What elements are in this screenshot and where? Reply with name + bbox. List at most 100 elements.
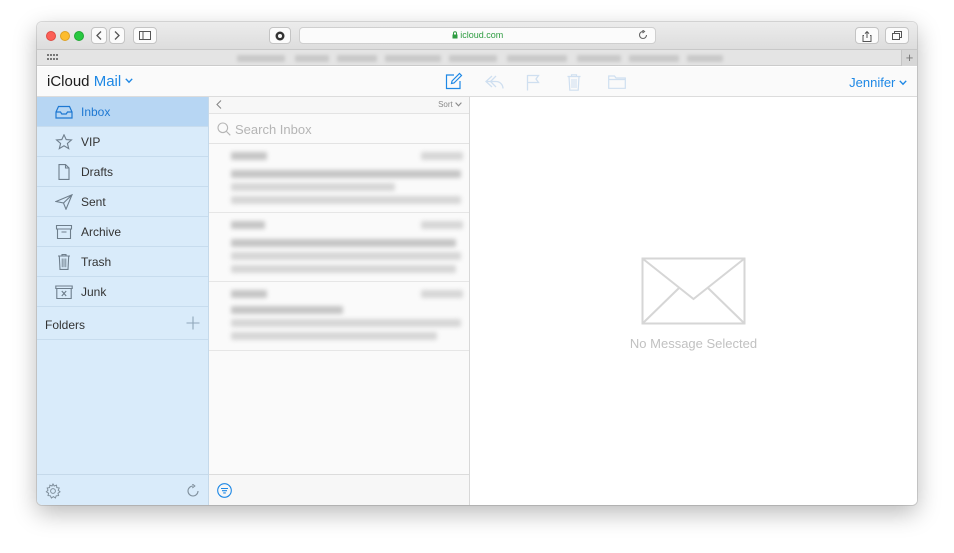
sidebar-item-vip[interactable]: VIP [37,127,208,157]
sender-name [231,152,267,160]
search-input[interactable] [235,120,455,138]
message-date [421,290,463,298]
folder-icon[interactable] [608,75,626,89]
sidebar-footer [37,474,208,505]
gear-icon[interactable] [45,483,61,499]
search-bar [209,114,469,144]
bookmark-item[interactable] [385,55,441,62]
tabs-overview-icon [892,31,902,40]
sidebar-item-label: Drafts [81,165,114,179]
bookmark-item[interactable] [687,55,723,62]
search-icon [217,122,231,136]
back-button[interactable] [91,27,107,44]
bookmark-item[interactable] [295,55,329,62]
filter-icon[interactable] [217,483,232,498]
mailbox-sidebar: Inbox VIP Drafts Sent Archive Trash Junk… [37,97,209,505]
new-tab-button[interactable]: + [901,50,917,66]
zoom-window-button[interactable] [74,31,84,41]
url-text: icloud.com [460,30,504,40]
envelope-icon [641,257,746,325]
message-preview [231,252,461,260]
user-name: Jennifer [849,75,896,90]
show-tabs-button[interactable] [885,27,909,44]
trash-icon[interactable] [567,74,581,91]
add-folder-icon[interactable] [186,316,200,330]
forward-button[interactable] [109,27,125,44]
sort-menu[interactable]: Sort [438,100,462,109]
message-row[interactable] [209,282,469,351]
sort-label: Sort [438,100,453,109]
message-preview [231,319,461,327]
share-button[interactable] [855,27,879,44]
empty-state-text: No Message Selected [629,336,758,351]
message-detail-pane: No Message Selected [470,97,917,505]
refresh-icon[interactable] [186,484,200,498]
sidebar-item-inbox[interactable]: Inbox [37,97,208,127]
reply-icon[interactable] [485,74,505,90]
trash-icon [58,254,70,270]
sidebar-item-label: Sent [81,195,106,209]
compose-icon[interactable] [444,72,463,91]
sidebar-item-label: VIP [81,135,101,149]
folders-section: Folders [37,309,208,340]
chevron-left-icon[interactable] [216,100,222,109]
inbox-icon [55,105,73,119]
message-preview [231,183,395,191]
chevron-right-icon [114,31,120,40]
sidebar-item-label: Junk [81,285,107,299]
list-footer [209,474,469,505]
message-date [421,221,463,229]
address-bar[interactable]: icloud.com [299,27,656,44]
sidebar-item-sent[interactable]: Sent [37,187,208,217]
list-toolbar: Sort [209,97,469,114]
sidebar-item-label: Inbox [81,105,111,119]
junk-box-icon [55,285,73,300]
brand-name: Mail [93,73,122,90]
message-subject [231,239,456,247]
sidebar-item-archive[interactable]: Archive [37,217,208,247]
lock-icon [452,31,458,39]
sidebar-item-label: Trash [81,255,112,269]
sidebar-item-drafts[interactable]: Drafts [37,157,208,187]
site-settings-button[interactable] [269,27,291,44]
chevron-down-icon [455,102,462,107]
flag-icon[interactable] [526,74,540,91]
bookmark-item[interactable] [629,55,679,62]
bookmark-item[interactable] [577,55,621,62]
chevron-down-icon [125,78,134,84]
reload-icon[interactable] [638,30,648,40]
message-subject [231,306,343,314]
brand-prefix: iCloud [47,73,90,90]
minimize-window-button[interactable] [60,31,70,41]
bookmark-item[interactable] [337,55,377,62]
sender-name [231,221,265,229]
sidebar-item-label: Archive [81,225,122,239]
bookmark-item[interactable] [449,55,497,62]
share-icon [862,31,872,42]
message-list-pane: Sort [209,97,470,505]
grid-icon[interactable] [47,54,59,62]
sidebar-icon [139,31,151,40]
message-row[interactable] [209,144,469,213]
close-window-button[interactable] [46,31,56,41]
user-menu[interactable]: Jennifer [849,75,907,90]
sidebar-toggle-button[interactable] [133,27,157,44]
mail-header: iCloud Mail Jennifer [37,67,917,97]
bookmark-item[interactable] [237,55,285,62]
browser-window: icloud.com + iCloud Mail Jennifer Inbox … [37,22,917,505]
paper-plane-icon [55,194,73,210]
sidebar-item-junk[interactable]: Junk [37,277,208,307]
favorites-bar [37,50,917,66]
message-preview [231,265,456,273]
sidebar-item-trash[interactable]: Trash [37,247,208,277]
message-preview [231,332,437,340]
chevron-left-icon [96,31,102,40]
document-icon [58,164,70,180]
message-subject [231,170,461,178]
app-switcher[interactable]: iCloud Mail [47,73,134,90]
message-row[interactable] [209,213,469,282]
message-date [421,152,463,160]
message-preview [231,196,461,204]
archive-box-icon [55,224,73,240]
bookmark-item[interactable] [507,55,567,62]
